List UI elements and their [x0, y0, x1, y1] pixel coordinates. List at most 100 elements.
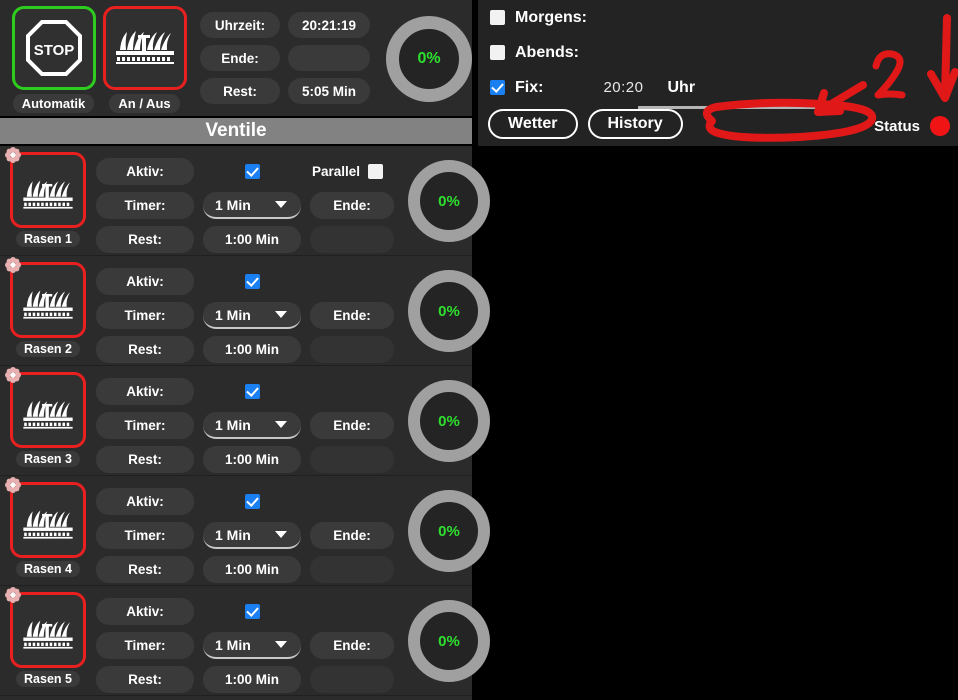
abends-checkbox[interactable]	[490, 45, 505, 60]
schedule-row-fix: Fix: 20:20 Uhr	[478, 70, 958, 105]
valve-row: Rasen 4 Aktiv: Timer: 1 Min Ende: Rest: …	[0, 476, 490, 586]
valve-gauge-value: 0%	[438, 302, 460, 320]
status-block: Status	[874, 116, 950, 136]
morgens-label: Morgens:	[515, 8, 587, 26]
valve-rest-label: Rest:	[96, 666, 194, 693]
morgens-checkbox[interactable]	[490, 10, 505, 25]
automatik-group: STOP Automatik	[10, 6, 97, 113]
valve-gauge-wrap: 0%	[408, 372, 490, 462]
valve-rest-label: Rest:	[96, 336, 194, 363]
stop-octagon-icon: STOP	[25, 19, 83, 77]
timer-select[interactable]: 1 Min	[203, 192, 301, 219]
aktiv-checkbox[interactable]	[244, 384, 260, 399]
rest-label: Rest:	[200, 78, 280, 104]
status-indicator-dot	[930, 116, 950, 136]
valve-gauge-value: 0%	[438, 522, 460, 540]
timer-select-value: 1 Min	[215, 416, 251, 433]
valve-gauge-value: 0%	[438, 192, 460, 210]
valve-ende-value	[310, 336, 394, 363]
valve-progress-gauge: 0%	[408, 600, 490, 682]
sprinkler-icon	[20, 618, 76, 657]
timer-select[interactable]: 1 Min	[203, 412, 301, 439]
valve-rest-label: Rest:	[96, 226, 194, 253]
fix-checkbox[interactable]	[490, 80, 505, 95]
valve-list: Rasen 1 Aktiv: Parallel Timer: 1 Min End…	[0, 146, 490, 696]
sprinkler-icon	[20, 178, 76, 217]
aktiv-label: Aktiv:	[96, 488, 194, 515]
fix-time-underline	[638, 106, 820, 109]
aktiv-label: Aktiv:	[96, 378, 194, 405]
sprinkler-icon	[114, 28, 176, 68]
timer-select-value: 1 Min	[215, 526, 251, 543]
rest-value: 5:05 Min	[288, 78, 370, 104]
valve-toggle-button[interactable]	[5, 587, 86, 668]
aktiv-label: Aktiv:	[96, 158, 194, 185]
valve-toggle-button[interactable]	[5, 257, 86, 338]
timer-select[interactable]: 1 Min	[203, 302, 301, 329]
parallel-placeholder	[310, 598, 394, 625]
automatik-button[interactable]: STOP	[11, 6, 96, 90]
valve-ende-value	[310, 226, 394, 253]
status-label: Status	[874, 117, 920, 135]
an-aus-button[interactable]	[102, 6, 187, 90]
valve-rest-value: 1:00 Min	[203, 446, 301, 473]
header-progress-gauge: 0%	[386, 16, 472, 102]
valve-ende-value	[310, 556, 394, 583]
aktiv-checkbox[interactable]	[244, 494, 260, 509]
timer-label: Timer:	[96, 302, 194, 329]
uhrzeit-value: 20:21:19	[288, 12, 370, 38]
aktiv-checkbox-cell	[203, 158, 301, 185]
timer-select-value: 1 Min	[215, 306, 251, 323]
fix-label: Fix:	[515, 78, 544, 96]
timer-label: Timer:	[96, 632, 194, 659]
valve-progress-gauge: 0%	[408, 270, 490, 352]
parallel-placeholder	[310, 488, 394, 515]
valve-row: Rasen 1 Aktiv: Parallel Timer: 1 Min End…	[0, 146, 490, 256]
fix-time-input[interactable]: 20:20	[603, 79, 643, 96]
an-aus-group: An / Aus	[101, 6, 188, 113]
aktiv-checkbox[interactable]	[244, 164, 260, 179]
timer-select[interactable]: 1 Min	[203, 632, 301, 659]
automatik-label: Automatik	[12, 94, 95, 113]
valve-rest-label: Rest:	[96, 556, 194, 583]
wetter-button[interactable]: Wetter	[488, 109, 578, 139]
valve-ende-value	[310, 446, 394, 473]
app-root: STOP Automatik An / Aus Uhrzeit: 20:21:1…	[0, 0, 958, 700]
timer-select[interactable]: 1 Min	[203, 522, 301, 549]
aktiv-label: Aktiv:	[96, 598, 194, 625]
valve-tile-group: Rasen 4	[5, 477, 86, 577]
header-readout-grid: Uhrzeit: 20:21:19 Ende: Rest: 5:05 Min	[200, 6, 370, 104]
valve-toggle-button[interactable]	[5, 367, 86, 448]
parallel-placeholder	[310, 268, 394, 295]
timer-label: Timer:	[96, 192, 194, 219]
timer-select-value: 1 Min	[215, 196, 251, 213]
aktiv-checkbox-cell	[203, 268, 301, 295]
valve-rest-value: 1:00 Min	[203, 666, 301, 693]
valve-row: Rasen 3 Aktiv: Timer: 1 Min Ende: Rest: …	[0, 366, 490, 476]
parallel-checkbox[interactable]	[368, 164, 384, 179]
timer-label: Timer:	[96, 522, 194, 549]
parallel-cell: Parallel	[310, 158, 394, 185]
flower-icon	[5, 147, 21, 163]
ende-value	[288, 45, 370, 71]
timer-label: Timer:	[96, 412, 194, 439]
valve-gauge-wrap: 0%	[408, 262, 490, 352]
schedule-row-morgens: Morgens:	[478, 0, 958, 35]
valve-gauge-wrap: 0%	[408, 592, 490, 682]
history-button[interactable]: History	[587, 109, 683, 139]
schedule-panel: Morgens: Abends: Fix: 20:20 Uhr Wetter H…	[478, 0, 958, 146]
valve-ende-label: Ende:	[310, 632, 394, 659]
aktiv-checkbox-cell	[203, 378, 301, 405]
chevron-down-icon	[275, 421, 287, 428]
valve-toggle-button[interactable]	[5, 147, 86, 228]
valve-toggle-button[interactable]	[5, 477, 86, 558]
schedule-row-abends: Abends:	[478, 35, 958, 70]
valve-ende-label: Ende:	[310, 522, 394, 549]
valve-ende-label: Ende:	[310, 192, 394, 219]
an-aus-label: An / Aus	[109, 94, 180, 113]
valve-gauge-value: 0%	[438, 412, 460, 430]
aktiv-checkbox[interactable]	[244, 274, 260, 289]
valve-gauge-wrap: 0%	[408, 482, 490, 572]
valve-fields: Aktiv: Parallel Timer: 1 Min Ende: Rest:…	[96, 152, 394, 253]
aktiv-checkbox[interactable]	[244, 604, 260, 619]
